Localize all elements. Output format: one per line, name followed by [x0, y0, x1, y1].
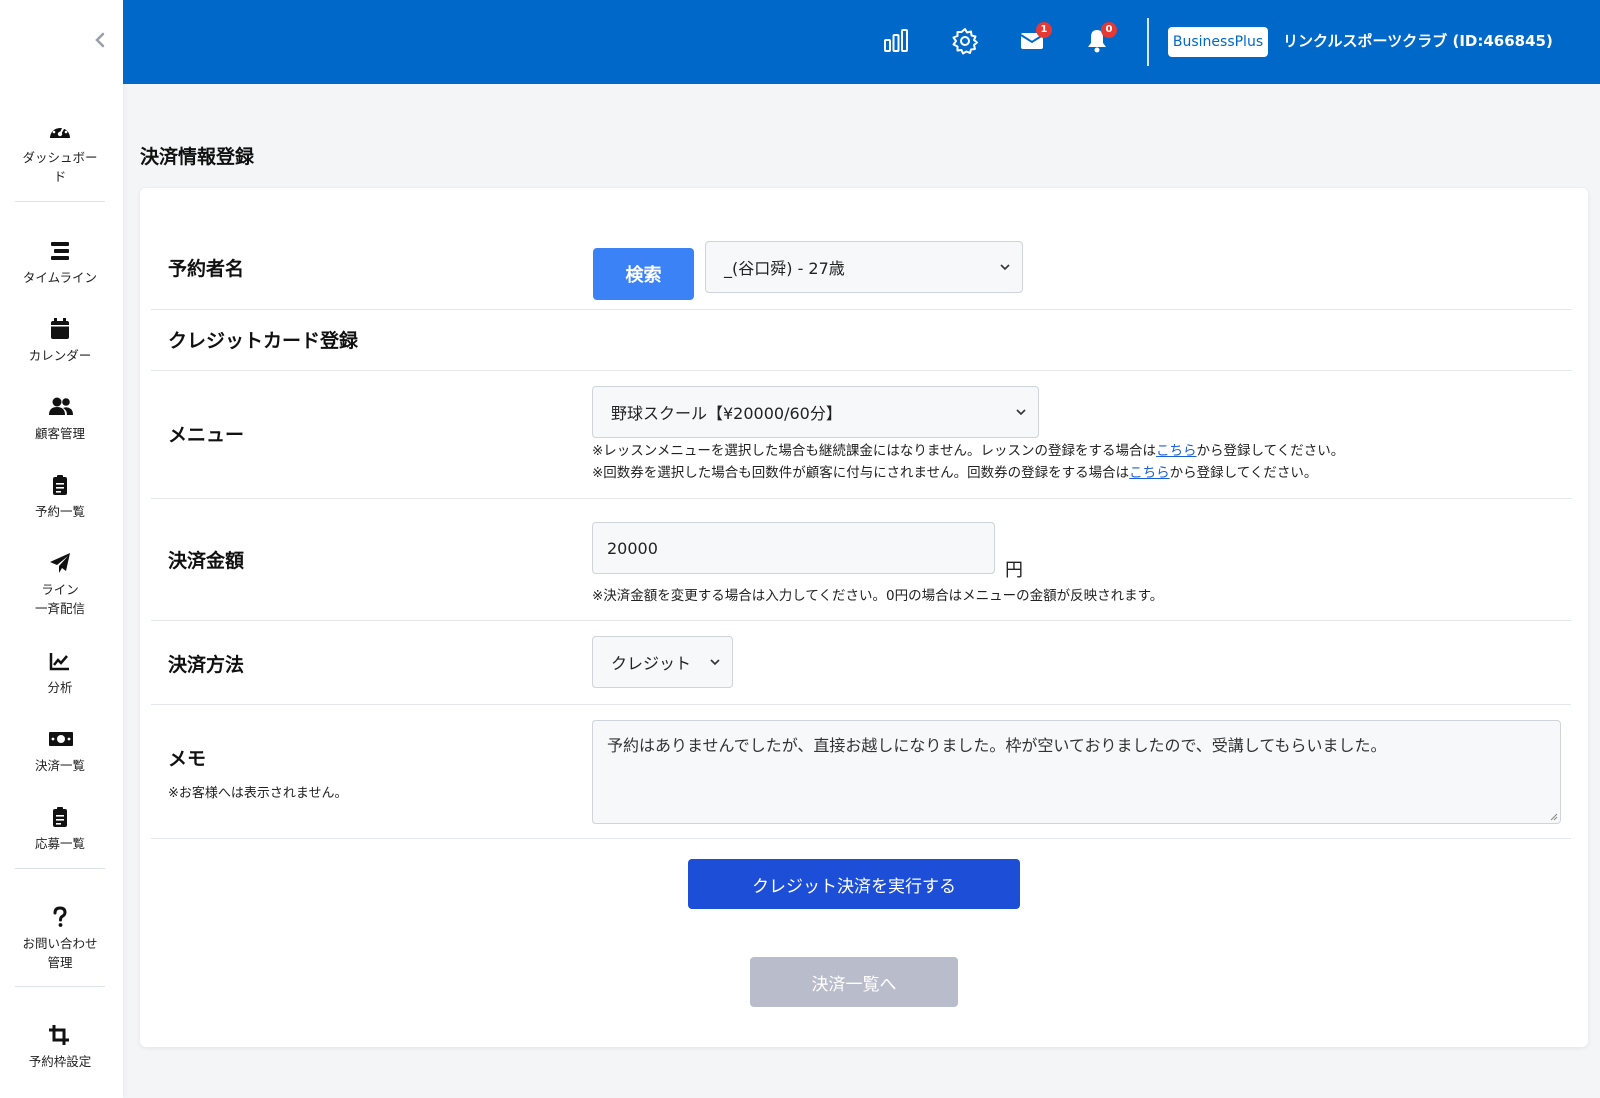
sidebar-item-label: ライン 一斉配信 — [34, 582, 85, 616]
menu-select-value: 野球スクール【¥20000/60分】 — [611, 404, 842, 423]
menu-select[interactable]: 野球スクール【¥20000/60分】 — [592, 386, 1039, 438]
reserver-select[interactable]: _(谷口舜) - 27歳 — [705, 241, 1023, 293]
memo-textarea[interactable]: 予約はありませんでしたが、直接お越しになりました。枠が空いておりましたので、受講… — [592, 720, 1561, 824]
sidebar-item-line-broadcast[interactable]: ライン 一斉配信 — [0, 552, 120, 618]
amount-note: ※決済金額を変更する場合は入力してください。0円の場合はメニューの金額が反映され… — [592, 588, 1164, 604]
row-divider — [151, 704, 1571, 705]
sidebar-item-label: 予約一覧 — [34, 504, 85, 519]
sidebar-item-analytics[interactable]: 分析 — [0, 650, 120, 697]
chevron-down-icon — [1016, 409, 1026, 416]
row-divider — [151, 370, 1571, 371]
header-separator — [1147, 18, 1149, 66]
menu-label: メニュー — [168, 424, 245, 446]
sidebar-item-label: 分析 — [47, 680, 73, 695]
reserver-label: 予約者名 — [168, 258, 245, 280]
mail-count-badge: 1 — [1036, 22, 1052, 38]
users-icon — [48, 396, 73, 418]
clipboard-icon — [48, 474, 72, 496]
sidebar-divider — [15, 868, 105, 869]
execute-credit-payment-button[interactable]: クレジット決済を実行する — [688, 859, 1020, 909]
menu-note-lesson: ※レッスンメニューを選択した場合も継続課金にはなりません。レッスンの登録をする場… — [592, 443, 1345, 459]
crop-icon — [48, 1024, 72, 1046]
sidebar-item-label: お問い合わせ 管理 — [22, 936, 98, 970]
sidebar-divider — [15, 986, 105, 987]
back-to-payments-button[interactable]: 決済一覧へ — [750, 957, 958, 1007]
sidebar-item-payments[interactable]: 決済一覧 — [0, 728, 120, 775]
row-divider — [151, 309, 1571, 310]
amount-input[interactable]: 20000 — [592, 522, 995, 574]
notification-count-badge: 0 — [1101, 22, 1117, 38]
sidebar-item-calendar[interactable]: カレンダー — [0, 318, 120, 365]
memo-sublabel: ※お客様へは表示されません。 — [168, 786, 348, 801]
mail-icon[interactable]: 1 — [1018, 22, 1052, 56]
lesson-register-link[interactable]: こちら — [1156, 443, 1197, 459]
dashboard-icon — [48, 120, 72, 142]
sidebar-item-label: 応募一覧 — [34, 836, 85, 851]
sidebar-item-label: 顧客管理 — [34, 426, 85, 441]
sidebar-item-slot-settings[interactable]: 予約枠設定 — [0, 1024, 120, 1071]
sidebar-item-reservations[interactable]: 予約一覧 — [0, 474, 120, 521]
memo-label: メモ — [168, 748, 207, 770]
sidebar-item-applications[interactable]: 応募一覧 — [0, 806, 120, 853]
credit-card-section-title: クレジットカード登録 — [168, 330, 359, 352]
timeline-icon — [48, 240, 72, 262]
question-icon — [48, 906, 72, 928]
clipboard-list-icon — [48, 806, 72, 828]
payment-method-label: 決済方法 — [168, 654, 245, 676]
top-header: 1 0 BusinessPlus リンクルスポーツクラブ (ID:466845) — [123, 0, 1600, 84]
stats-icon[interactable] — [881, 26, 911, 56]
sidebar: ダッシュボー ド タイムライン カレンダー 顧客管理 予約一覧 ライン 一斉配信 — [0, 0, 123, 1098]
collapse-sidebar-icon[interactable] — [88, 28, 112, 52]
amount-label: 決済金額 — [168, 550, 245, 572]
page-title: 決済情報登録 — [140, 146, 255, 168]
paper-plane-icon — [48, 552, 72, 574]
reserver-select-value: _(谷口舜) - 27歳 — [724, 259, 845, 278]
money-bill-icon — [48, 728, 73, 750]
payment-method-select[interactable]: クレジット — [592, 636, 733, 688]
row-divider — [151, 620, 1571, 621]
menu-note-ticket: ※回数券を選択した場合も回数件が顧客に付与にされません。回数券の登録をする場合は… — [592, 465, 1318, 481]
memo-text: 予約はありませんでしたが、直接お越しになりました。枠が空いておりましたので、受講… — [607, 736, 1387, 755]
payment-method-value: クレジット — [611, 654, 692, 673]
chevron-down-icon — [1000, 264, 1010, 271]
resize-handle-icon[interactable] — [1548, 811, 1558, 821]
chart-line-icon — [48, 650, 72, 672]
sidebar-item-label: カレンダー — [28, 348, 92, 363]
calendar-icon — [48, 318, 72, 340]
search-button[interactable]: 検索 — [593, 248, 694, 300]
bell-icon[interactable]: 0 — [1083, 22, 1117, 56]
sidebar-item-label: ダッシュボー ド — [22, 150, 98, 184]
payment-form-card: 予約者名 検索 _(谷口舜) - 27歳 クレジットカード登録 メニュー 野球ス… — [140, 188, 1588, 1047]
sidebar-item-label: タイムライン — [22, 270, 98, 285]
plan-badge[interactable]: BusinessPlus — [1168, 27, 1268, 57]
sidebar-item-inquiries[interactable]: お問い合わせ 管理 — [0, 906, 120, 972]
sidebar-item-dashboard[interactable]: ダッシュボー ド — [0, 120, 120, 186]
sidebar-item-customers[interactable]: 顧客管理 — [0, 396, 120, 443]
club-name[interactable]: リンクルスポーツクラブ (ID:466845) — [1283, 30, 1553, 51]
chevron-down-icon — [710, 659, 720, 666]
row-divider — [151, 838, 1571, 839]
row-divider — [151, 498, 1571, 499]
gear-icon[interactable] — [950, 26, 980, 56]
sidebar-divider — [15, 201, 105, 202]
sidebar-item-label: 予約枠設定 — [28, 1054, 92, 1069]
ticket-register-link[interactable]: こちら — [1129, 465, 1170, 481]
amount-unit: 円 — [1005, 560, 1023, 581]
sidebar-item-label: 決済一覧 — [34, 758, 85, 773]
sidebar-item-timeline[interactable]: タイムライン — [0, 240, 120, 287]
